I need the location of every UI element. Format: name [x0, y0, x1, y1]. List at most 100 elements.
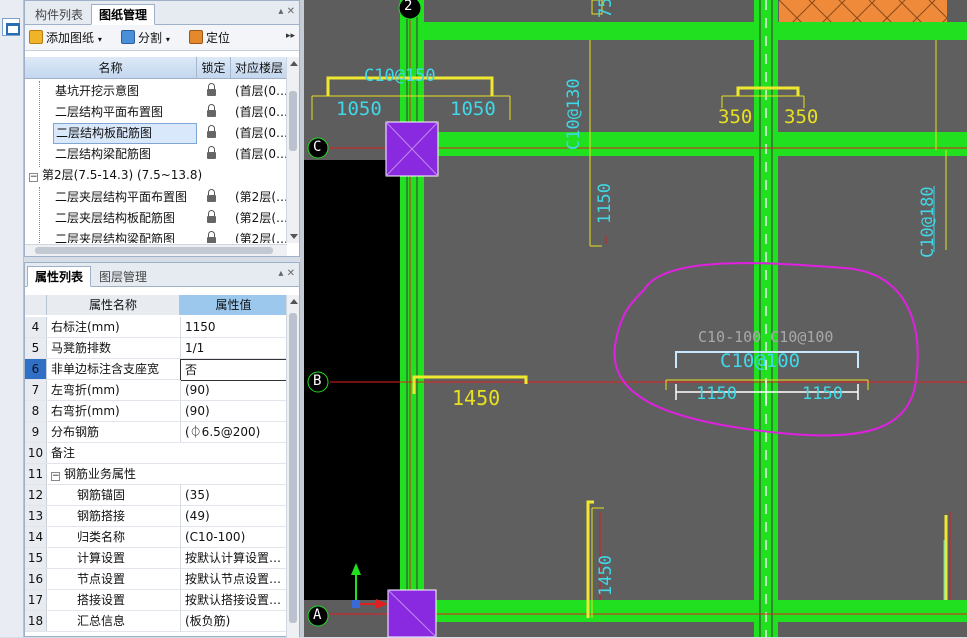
rebar-label: C10@130 — [564, 78, 584, 150]
tab-layer-management[interactable]: 图层管理 — [91, 266, 155, 287]
row-number: 13 — [25, 506, 47, 526]
tree-vertical-scrollbar[interactable] — [286, 57, 299, 243]
property-row[interactable]: 6 非单边标注含支座宽 否 — [25, 359, 287, 381]
col-property-value[interactable]: 属性值 — [180, 295, 287, 315]
lock-icon[interactable] — [207, 210, 216, 223]
scroll-down-icon[interactable] — [290, 234, 298, 239]
add-drawing-label: 添加图纸 — [46, 31, 95, 45]
property-value[interactable]: 按默认节点设置… — [180, 569, 287, 589]
property-row[interactable]: 14 归类名称 (C10-100) — [25, 527, 287, 548]
property-value[interactable]: (49) — [180, 506, 287, 526]
property-name: 备注 — [51, 446, 76, 460]
row-number: 16 — [25, 569, 47, 589]
tree-row[interactable]: 基坑开挖示意图 (首层(0… — [25, 81, 287, 102]
lock-icon[interactable] — [207, 146, 216, 159]
drawing-floor: (首层(0… — [235, 84, 287, 98]
property-name: 马凳筋排数 — [51, 341, 112, 355]
lock-icon[interactable] — [207, 231, 216, 243]
row-number: 4 — [25, 317, 47, 337]
property-vertical-scrollbar[interactable] — [286, 295, 299, 638]
rebar-label: C10@180 — [918, 186, 938, 258]
drawing-name: 二层结构平面布置图 — [55, 105, 164, 119]
collapse-icon[interactable]: − — [29, 173, 38, 182]
property-row[interactable]: 9 分布钢筋 (⏀6.5@200) — [25, 422, 287, 443]
scrollbar-thumb[interactable] — [289, 313, 297, 623]
property-value[interactable]: (90) — [180, 401, 287, 421]
col-property-name[interactable]: 属性名称 — [47, 295, 180, 315]
property-row[interactable]: 12 钢筋锚固 (35) — [25, 485, 287, 506]
toolbar-overflow-icon[interactable]: ▸▸ — [286, 31, 295, 41]
tree-row[interactable]: 二层夹层结构板配筋图 (第2层(… — [25, 208, 287, 229]
lock-icon[interactable] — [207, 125, 216, 138]
pin-icon[interactable]: ▴ ✕ — [278, 6, 295, 17]
dimension-label: 350 — [718, 106, 753, 128]
property-value[interactable]: 按默认搭接设置… — [180, 590, 287, 610]
scroll-up-icon[interactable] — [290, 299, 298, 304]
col-floor[interactable]: 对应楼层 — [231, 57, 287, 79]
property-row[interactable]: 18 汇总信息 (板负筋) — [25, 611, 287, 632]
property-value[interactable]: (C10-100) — [180, 527, 287, 547]
drawing-tool-icon[interactable] — [2, 18, 20, 36]
tree-horizontal-scrollbar[interactable] — [25, 244, 287, 256]
property-name: 非单边标注含支座宽 — [51, 362, 160, 376]
property-value[interactable]: (35) — [180, 485, 287, 505]
property-value[interactable]: 1150 — [180, 317, 287, 337]
lock-icon[interactable] — [207, 189, 216, 202]
row-number: 6 — [25, 359, 47, 379]
cad-canvas[interactable]: 2 C B A C10@150 C10@130 C10@180 C10-100 … — [304, 0, 967, 637]
property-row[interactable]: 5 马凳筋排数 1/1 — [25, 338, 287, 359]
property-row[interactable]: 16 节点设置 按默认节点设置… — [25, 569, 287, 590]
property-row[interactable]: 17 搭接设置 按默认搭接设置… — [25, 590, 287, 611]
property-row[interactable]: 15 计算设置 按默认计算设置… — [25, 548, 287, 569]
property-row[interactable]: 7 左弯折(mm) (90) — [25, 380, 287, 401]
group-name: 第2层(7.5-14.3) (7.5~13.8) — [42, 168, 203, 182]
property-panel: 属性列表 图层管理 ▴ ✕ 属性名称 属性值 4 右标注(mm) 1150 5 马凳筋排… — [24, 262, 300, 638]
add-drawing-icon — [29, 30, 43, 44]
dimension-label: 350 — [784, 106, 819, 128]
tree-group-floor2[interactable]: − 第2层(7.5-14.3) (7.5~13.8) — [25, 165, 287, 186]
slab-cells — [424, 40, 967, 600]
tree-row-selected[interactable]: 二层结构板配筋图 (首层(0… — [25, 123, 287, 144]
scroll-up-icon[interactable] — [290, 61, 298, 66]
property-value[interactable]: 1/1 — [180, 338, 287, 358]
tab-component-list[interactable]: 构件列表 — [27, 4, 91, 25]
dimension-label: 75 — [596, 0, 616, 18]
lock-icon[interactable] — [207, 104, 216, 117]
scrollbar-thumb[interactable] — [35, 247, 273, 254]
add-drawing-button[interactable]: 添加图纸 ▾ — [29, 29, 102, 47]
tab-drawing-management[interactable]: 图纸管理 — [91, 4, 156, 25]
col-name[interactable]: 名称 — [25, 57, 197, 79]
col-lock[interactable]: 锁定 — [197, 57, 231, 79]
tree-row[interactable]: 二层结构平面布置图 (首层(0… — [25, 102, 287, 123]
pin-icon[interactable]: ▴ ✕ — [278, 268, 295, 279]
split-button[interactable]: 分割 ▾ — [121, 29, 170, 47]
property-value[interactable]: (⏀6.5@200) — [180, 422, 287, 442]
property-row[interactable]: 8 右弯折(mm) (90) — [25, 401, 287, 422]
property-value-input[interactable]: 否 — [180, 359, 287, 381]
dimension-label: 1050 — [450, 98, 496, 120]
property-group-row[interactable]: 11− 钢筋业务属性 — [25, 464, 287, 485]
property-row[interactable]: 4 右标注(mm) 1150 — [25, 317, 287, 338]
property-row[interactable]: 13 钢筋搭接 (49) — [25, 506, 287, 527]
tree-row[interactable]: 二层夹层结构梁配筋图 (第2层(… — [25, 229, 287, 243]
rebar-label: C10@150 — [364, 66, 436, 86]
collapse-icon[interactable]: − — [51, 472, 60, 481]
lock-icon[interactable] — [207, 83, 216, 96]
property-value[interactable]: 按默认计算设置… — [180, 548, 287, 568]
axis-label: C — [313, 139, 322, 155]
dropdown-arrow-icon[interactable]: ▾ — [98, 35, 102, 44]
scrollbar-thumb[interactable] — [289, 91, 297, 151]
property-value[interactable]: (90) — [180, 380, 287, 400]
property-value[interactable]: (板负筋) — [180, 611, 287, 631]
row-number: 17 — [25, 590, 47, 610]
tree-row[interactable]: 二层结构梁配筋图 (首层(0… — [25, 144, 287, 165]
tab-property-list[interactable]: 属性列表 — [27, 266, 92, 287]
tree-row[interactable]: 二层夹层结构平面布置图 (第2层(… — [25, 187, 287, 208]
row-number: 14 — [25, 527, 47, 547]
split-label: 分割 — [138, 31, 163, 45]
group-name: 钢筋业务属性 — [64, 467, 137, 481]
locate-button[interactable]: 定位 — [189, 29, 230, 47]
property-row[interactable]: 10 备注 — [25, 443, 287, 464]
dropdown-arrow-icon[interactable]: ▾ — [166, 35, 170, 44]
bottom-tabbar: 属性列表 图层管理 ▴ ✕ — [25, 263, 299, 287]
